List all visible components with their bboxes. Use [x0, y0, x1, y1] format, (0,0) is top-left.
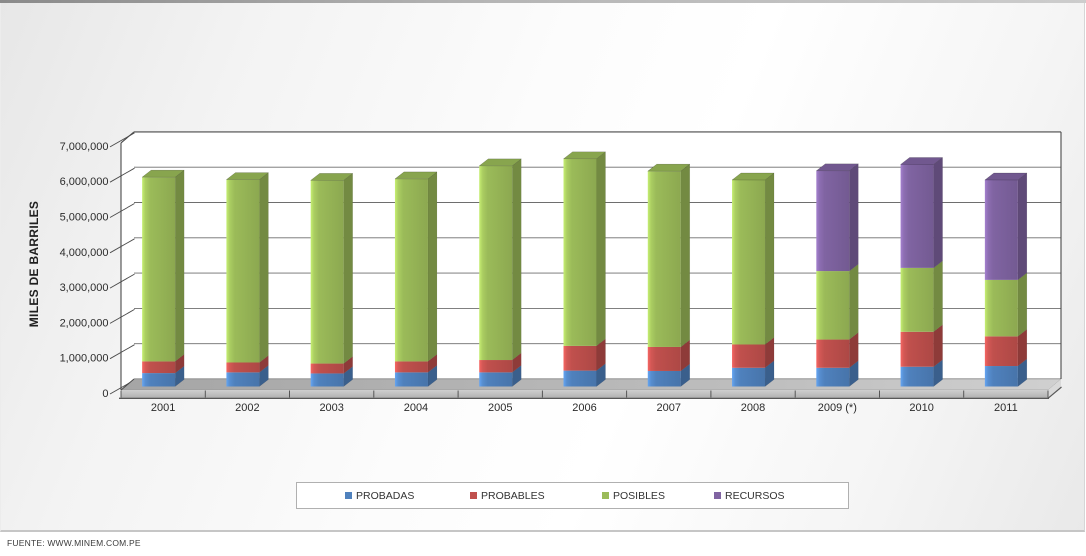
y-axis-tick-label: 1,000,000 — [60, 353, 109, 365]
bar-segment-posibles — [901, 268, 934, 332]
source-note: FUENTE: WWW.MINEM.COM.PE — [7, 538, 141, 548]
bar-segment-probadas — [732, 368, 765, 387]
y-axis-tick-label: 6,000,000 — [60, 176, 109, 188]
bar-segment-probadas — [479, 372, 512, 386]
bar-segment-posibles — [732, 180, 765, 344]
bar-segment-probadas — [985, 366, 1018, 386]
bar-segment-side — [934, 157, 943, 267]
bar-2002 — [226, 173, 268, 387]
bar-2003 — [311, 173, 353, 386]
bar-segment-recursos — [901, 164, 934, 267]
bar-segment-side — [849, 264, 858, 339]
bar-segment-probadas — [816, 368, 849, 387]
reserves-3d-stacked-bar-chart: 0 1,000,000 2,000,000 3,000,000 4,000,000 5,0… — [0, 0, 1086, 440]
y-axis-tick-label: 5,000,000 — [60, 212, 109, 224]
bar-2008 — [732, 173, 774, 387]
x-axis-label: 2008 — [741, 402, 765, 414]
bar-segment-probables — [901, 332, 934, 367]
bar-2011 — [985, 173, 1027, 387]
bar-segment-side — [259, 173, 268, 363]
x-axis-label: 2006 — [572, 402, 596, 414]
bar-segment-recursos — [985, 180, 1018, 280]
bar-segment-side — [1018, 173, 1027, 280]
bar-segment-posibles — [564, 159, 597, 346]
bar-segment-probables — [395, 361, 428, 372]
bar-segment-probadas — [564, 371, 597, 387]
x-axis-label: 2009 (*) — [818, 402, 857, 414]
bar-segment-side — [344, 173, 353, 363]
x-axis-label: 2003 — [319, 402, 343, 414]
bar-segment-recursos — [816, 171, 849, 271]
bar-segment-probadas — [395, 372, 428, 386]
x-axis-label: 2001 — [151, 402, 175, 414]
bar-segment-probadas — [311, 373, 344, 386]
bar-segment-side — [1018, 273, 1027, 336]
bar-segment-side — [681, 164, 690, 347]
bar-2001 — [142, 170, 184, 386]
x-axis-label: 2002 — [235, 402, 259, 414]
bar-segment-posibles — [226, 180, 259, 363]
y-axis-tick-label: 3,000,000 — [60, 282, 109, 294]
legend-item-probadas: PROBADAS — [345, 490, 414, 502]
bar-segment-posibles — [985, 280, 1018, 336]
y-axis-tick-label: 2,000,000 — [60, 317, 109, 329]
legend-label: PROBADAS — [356, 490, 414, 502]
legend-marker-icon — [470, 492, 477, 499]
bar-segment-probables — [985, 336, 1018, 366]
bar-segment-probables — [564, 346, 597, 371]
bar-segment-probadas — [901, 367, 934, 387]
x-axis-label: 2011 — [994, 402, 1018, 414]
bar-segment-probadas — [648, 371, 681, 387]
x-axis-label: 2004 — [404, 402, 428, 414]
y-axis-tick-label: 4,000,000 — [60, 247, 109, 259]
bar-segment-side — [428, 172, 437, 362]
bar-segment-side — [849, 164, 858, 271]
bar-segment-probables — [479, 360, 512, 372]
bar-segment-posibles — [142, 177, 175, 361]
bar-2005 — [479, 159, 521, 387]
legend-label: POSIBLES — [613, 490, 665, 502]
bar-segment-side — [597, 152, 606, 346]
bar-segment-probables — [142, 361, 175, 373]
page: MILES DE BARRILES 01,000,0002,000,0003,0… — [0, 0, 1086, 556]
bar-segment-side — [512, 159, 521, 360]
y-axis-tick-label: 0 — [102, 388, 108, 400]
bar-segment-probables — [732, 344, 765, 367]
bar-segment-posibles — [816, 271, 849, 339]
legend-marker-icon — [602, 492, 609, 499]
bar-segment-probables — [648, 347, 681, 371]
bar-segment-side — [765, 173, 774, 344]
bar-2009 (*) — [816, 164, 858, 387]
y-axis-tick-label: 7,000,000 — [60, 141, 109, 153]
bar-segment-side — [934, 325, 943, 367]
legend-item-recursos: RECURSOS — [714, 490, 785, 502]
bar-segment-probadas — [142, 373, 175, 386]
legend-item-probables: PROBABLES — [470, 490, 545, 502]
bar-2007 — [648, 164, 690, 386]
legend-label: RECURSOS — [725, 490, 785, 502]
bar-2006 — [564, 152, 606, 387]
legend-label: PROBABLES — [481, 490, 545, 502]
x-axis-label: 2010 — [909, 402, 933, 414]
bar-segment-probables — [226, 362, 259, 372]
bar-segment-probables — [311, 364, 344, 374]
bar-segment-side — [175, 170, 184, 361]
bar-segment-posibles — [311, 180, 344, 363]
x-axis-label: 2007 — [657, 402, 681, 414]
bar-2004 — [395, 172, 437, 387]
bar-segment-posibles — [395, 179, 428, 362]
bar-segment-probables — [816, 340, 849, 368]
bar-2010 — [901, 157, 943, 386]
legend-item-posibles: POSIBLES — [602, 490, 665, 502]
x-axis-label: 2005 — [488, 402, 512, 414]
legend-marker-icon — [345, 492, 352, 499]
bar-segment-posibles — [648, 171, 681, 347]
bar-segment-side — [934, 261, 943, 332]
bar-segment-posibles — [479, 166, 512, 360]
bar-segment-probadas — [226, 372, 259, 386]
chart-legend: PROBADAS PROBABLES POSIBLES RECURSOS — [296, 482, 849, 509]
legend-marker-icon — [714, 492, 721, 499]
